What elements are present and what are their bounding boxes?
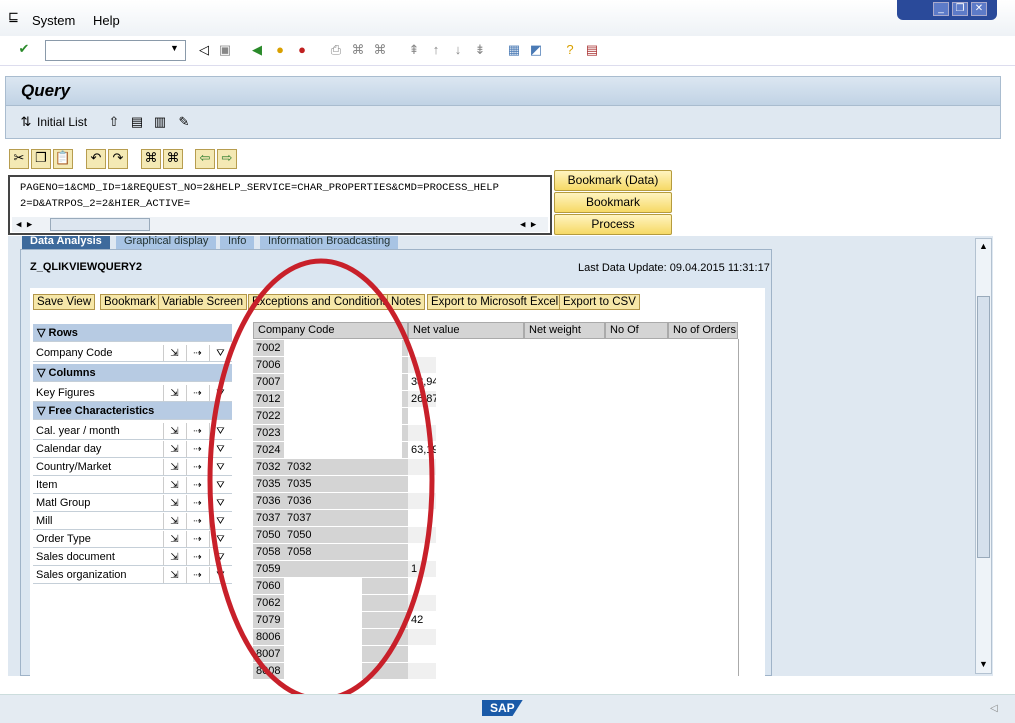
collapse-icon[interactable]: ◁	[990, 703, 998, 714]
sap-logo: SAP	[482, 700, 523, 716]
red-annotation-circle	[207, 258, 435, 702]
annotation-overlay	[207, 258, 435, 702]
status-bar: SAP ◁	[0, 694, 1015, 723]
